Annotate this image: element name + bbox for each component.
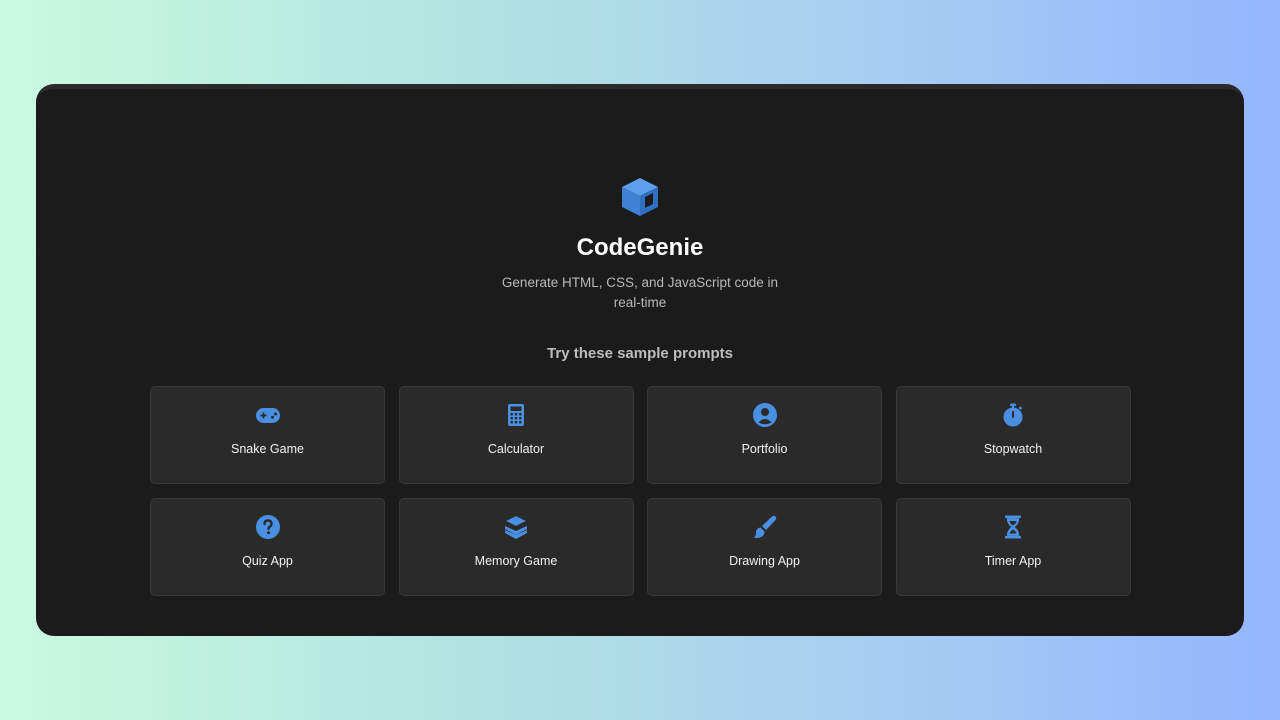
prompt-card-label: Portfolio — [741, 442, 788, 456]
stopwatch-icon — [1000, 402, 1026, 428]
prompt-card-timer-app[interactable]: Timer App — [895, 498, 1131, 596]
user-circle-icon — [752, 402, 778, 428]
app-title: CodeGenie — [576, 234, 704, 261]
prompt-card-label: Memory Game — [474, 554, 558, 568]
prompt-card-calculator[interactable]: Calculator — [398, 386, 634, 484]
prompt-card-label: Stopwatch — [983, 442, 1043, 456]
prompt-card-snake-game[interactable]: Snake Game — [150, 386, 385, 484]
hourglass-icon — [1000, 514, 1026, 540]
prompt-card-memory-game[interactable]: Memory Game — [398, 498, 634, 596]
gamepad-icon — [255, 402, 281, 428]
prompt-grid: Snake Game Calculator Portfolio Stopwatc… — [150, 386, 1131, 596]
prompt-card-quiz-app[interactable]: Quiz App — [150, 498, 385, 596]
paint-brush-icon — [752, 514, 778, 540]
cube-icon — [622, 178, 658, 216]
prompt-card-label: Drawing App — [729, 554, 800, 568]
prompt-card-stopwatch[interactable]: Stopwatch — [895, 386, 1131, 484]
app-window: CodeGenie Generate HTML, CSS, and JavaSc… — [36, 84, 1244, 636]
prompt-card-label: Calculator — [487, 442, 545, 456]
question-circle-icon — [255, 514, 281, 540]
prompt-card-drawing-app[interactable]: Drawing App — [647, 498, 882, 596]
hero: CodeGenie Generate HTML, CSS, and JavaSc… — [36, 175, 1244, 313]
layers-icon — [503, 514, 529, 540]
prompt-card-label: Quiz App — [242, 554, 293, 568]
prompt-card-portfolio[interactable]: Portfolio — [647, 386, 882, 484]
prompt-card-label: Timer App — [984, 554, 1042, 568]
prompt-card-label: Snake Game — [231, 442, 304, 456]
app-subtitle: Generate HTML, CSS, and JavaScript code … — [501, 275, 779, 310]
calculator-icon — [503, 402, 529, 428]
prompts-heading: Try these sample prompts — [547, 345, 733, 362]
